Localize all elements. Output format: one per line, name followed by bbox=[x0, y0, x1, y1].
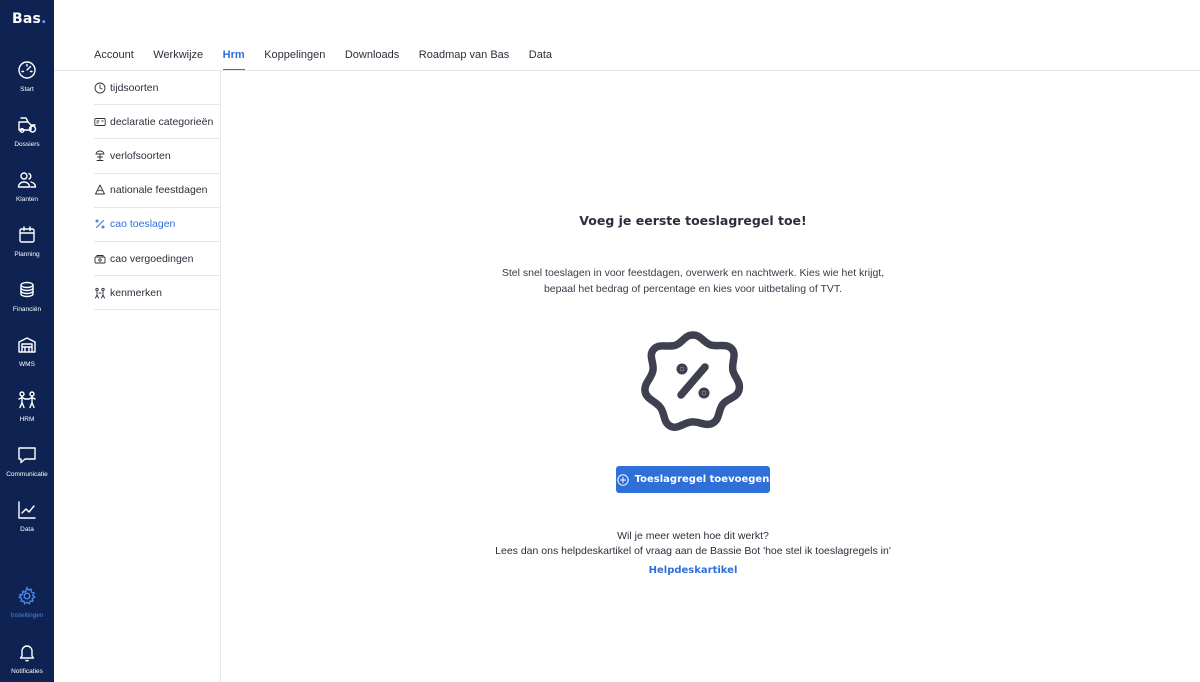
warehouse-icon bbox=[18, 337, 36, 353]
add-toeslagregel-label: Toeslagregel toevoegen bbox=[634, 474, 770, 485]
nav-label: WMS bbox=[19, 361, 35, 368]
tab-account[interactable]: Account bbox=[94, 49, 134, 71]
nav-label: Financiën bbox=[12, 306, 42, 313]
app-logo[interactable]: Bas. bbox=[12, 11, 47, 27]
tab-werkwijze[interactable]: Werkwijze bbox=[153, 49, 203, 71]
tab-downloads[interactable]: Downloads bbox=[345, 49, 399, 71]
submenu-label: declaratie categorieën bbox=[110, 115, 214, 128]
empty-state-panel: Voeg je eerste toeslagregel toe! Stel sn… bbox=[221, 71, 1200, 682]
nav-label: Instellingen bbox=[10, 612, 44, 619]
people-icon bbox=[17, 172, 37, 188]
gear-icon bbox=[18, 586, 36, 605]
empty-state-title: Voeg je eerste toeslagregel toe! bbox=[579, 213, 807, 228]
description-line-2: bepaal het bedrag of percentage en kies … bbox=[543, 283, 843, 295]
nav-label: Dossiers bbox=[14, 141, 40, 148]
nav-item-hrm[interactable]: HRM bbox=[0, 390, 54, 440]
submenu-label: cao toeslagen bbox=[110, 218, 176, 231]
submenu-item-feestdagen[interactable]: nationale feestdagen bbox=[94, 174, 220, 208]
tab-roadmap[interactable]: Roadmap van Bas bbox=[419, 49, 510, 71]
submenu-label: verlofsoorten bbox=[110, 149, 171, 162]
nav-label: Planning bbox=[14, 251, 40, 258]
calendar-icon bbox=[19, 226, 35, 243]
submenu-item-kenmerken[interactable]: kenmerken bbox=[94, 276, 220, 311]
submenu-item-verlofsoorten[interactable]: verlofsoorten bbox=[94, 139, 220, 174]
empty-state-description: Stel snel toeslagen in voor feestdagen, … bbox=[221, 265, 1165, 297]
clock-icon bbox=[94, 82, 106, 94]
nav-item-klanten[interactable]: Klanten bbox=[0, 170, 54, 220]
nav-label: Communicatie bbox=[6, 471, 48, 478]
tab-hrm[interactable]: Hrm bbox=[222, 49, 245, 71]
nav-item-data[interactable]: Data bbox=[0, 500, 54, 550]
money-icon bbox=[94, 254, 106, 263]
description-line-1: Stel snel toeslagen in voor feestdagen, … bbox=[501, 267, 885, 279]
nav-label: Klanten bbox=[15, 196, 39, 203]
app-root: Bas. Start Dossiers Klanten Planning Fin… bbox=[0, 0, 1200, 682]
submenu-label: cao vergoedingen bbox=[110, 252, 194, 265]
nav-label: Start bbox=[20, 86, 34, 93]
nav-label: Data bbox=[20, 526, 34, 533]
receipt-icon bbox=[94, 117, 106, 126]
nav-item-dossiers[interactable]: Dossiers bbox=[0, 115, 54, 165]
truck-icon bbox=[18, 117, 37, 133]
help-text: Wil je meer weten hoe dit werkt? Lees da… bbox=[221, 529, 1165, 559]
nav-item-notificaties[interactable]: Notificaties bbox=[0, 642, 54, 682]
submenu-item-declaratie[interactable]: declaratie categorieën bbox=[94, 105, 220, 140]
left-nav-rail: Bas. Start Dossiers Klanten Planning Fin… bbox=[0, 0, 54, 682]
submenu-item-tijdsoorten[interactable]: tijdsoorten bbox=[94, 71, 220, 106]
nav-item-communicatie[interactable]: Communicatie bbox=[0, 445, 54, 495]
nav-item-start[interactable]: Start bbox=[0, 60, 54, 110]
plus-circle-icon bbox=[616, 473, 629, 486]
nav-label: Notificaties bbox=[11, 668, 43, 675]
traits-icon bbox=[95, 287, 105, 299]
speedometer-icon bbox=[18, 61, 36, 79]
chat-icon bbox=[18, 447, 36, 464]
tab-data[interactable]: Data bbox=[529, 49, 552, 71]
coins-icon bbox=[20, 281, 34, 298]
tab-koppelingen[interactable]: Koppelingen bbox=[264, 49, 325, 71]
submenu-label: tijdsoorten bbox=[110, 81, 159, 94]
percent-icon bbox=[95, 219, 105, 229]
help-line-2: Lees dan ons helpdeskartikel of vraag aa… bbox=[495, 545, 891, 557]
helpdesk-article-link[interactable]: Helpdeskartikel bbox=[221, 565, 1165, 576]
percent-badge-icon bbox=[641, 331, 744, 431]
submenu-item-cao-vergoedingen[interactable]: cao vergoedingen bbox=[94, 242, 220, 277]
nav-item-financien[interactable]: Financiën bbox=[0, 280, 54, 330]
nav-item-wms[interactable]: WMS bbox=[0, 335, 54, 385]
bell-icon bbox=[19, 645, 35, 662]
settings-tabs: Account Werkwijze Hrm Koppelingen Downlo… bbox=[94, 49, 572, 71]
submenu-item-cao-toeslagen[interactable]: cao toeslagen bbox=[94, 208, 220, 242]
help-line-1: Wil je meer weten hoe dit werkt? bbox=[617, 530, 769, 542]
submenu-label: nationale feestdagen bbox=[110, 184, 208, 197]
submenu-label: kenmerken bbox=[110, 286, 162, 299]
beach-umbrella-icon bbox=[95, 150, 105, 161]
nav-item-planning[interactable]: Planning bbox=[0, 225, 54, 275]
nav-label: HRM bbox=[19, 416, 35, 423]
hrm-people-icon bbox=[18, 391, 36, 409]
add-toeslagregel-button[interactable]: Toeslagregel toevoegen bbox=[616, 466, 770, 493]
line-chart-icon bbox=[18, 501, 36, 519]
nav-item-instellingen[interactable]: Instellingen bbox=[0, 586, 54, 636]
tree-icon bbox=[95, 184, 105, 195]
hrm-submenu: tijdsoorten declaratie categorieën verlo… bbox=[94, 71, 220, 311]
